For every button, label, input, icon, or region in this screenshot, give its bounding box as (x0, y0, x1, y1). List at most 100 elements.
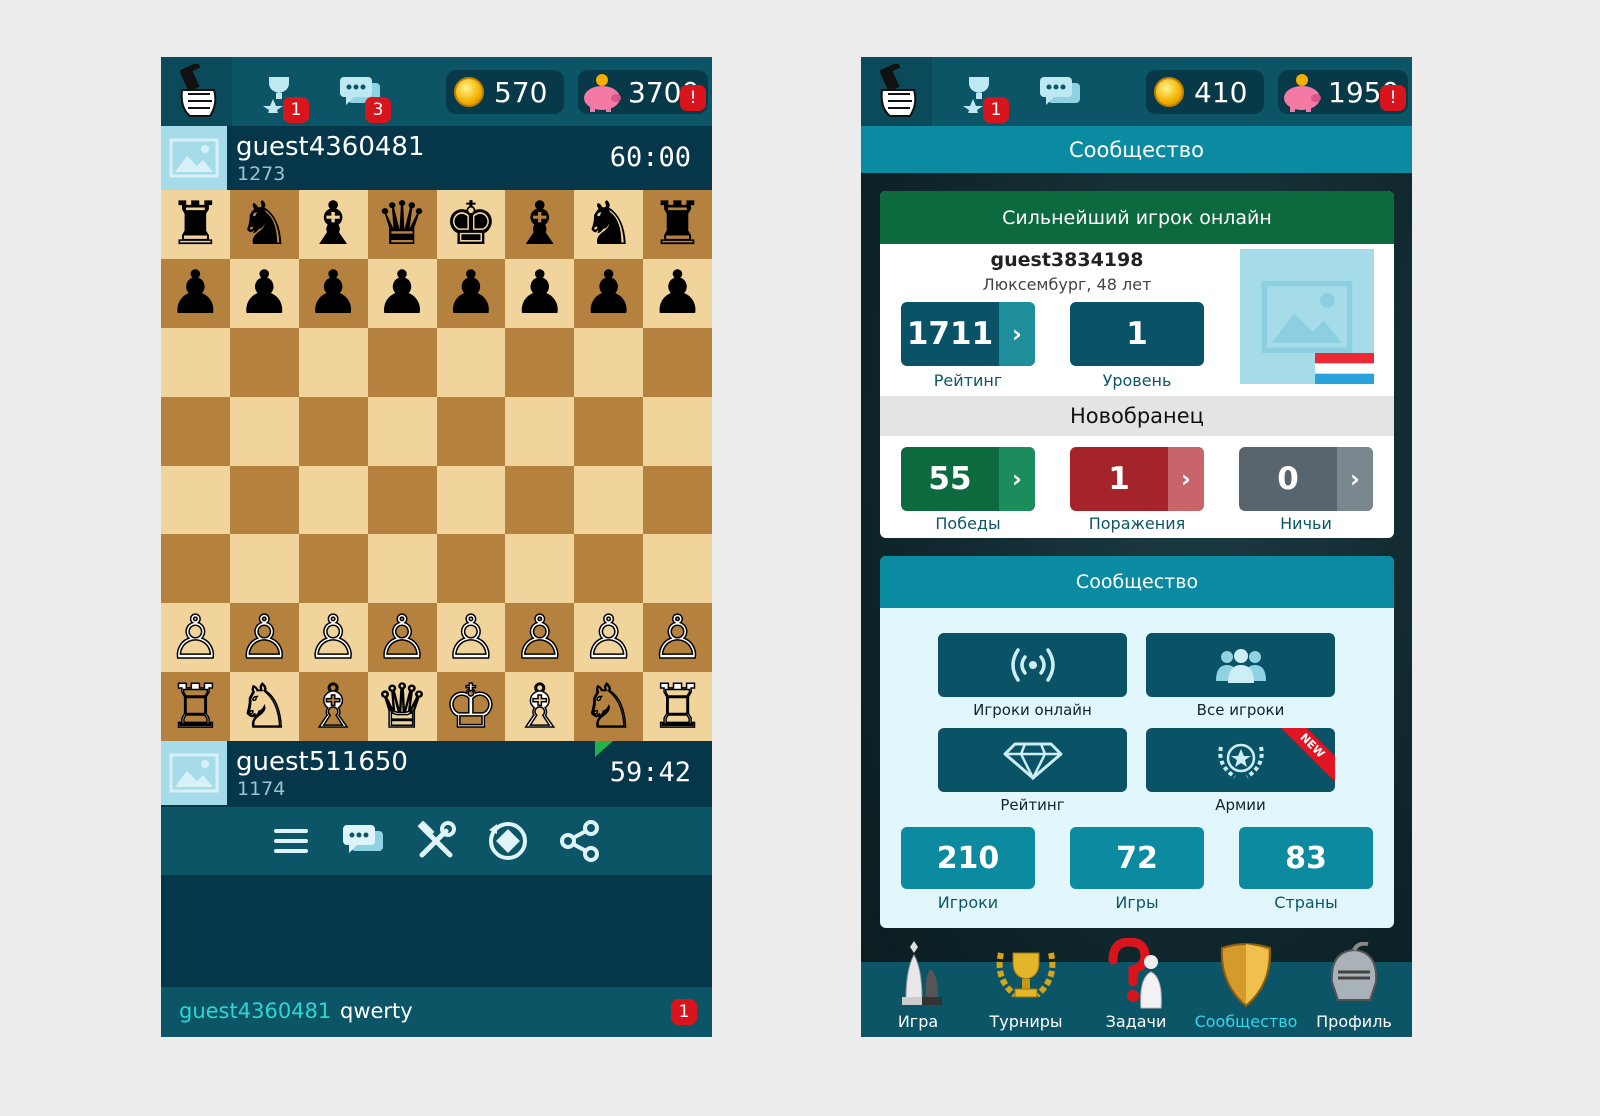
board-square[interactable]: ♟ (574, 258, 644, 328)
board-square[interactable]: ♟ (367, 258, 437, 328)
messages-icon[interactable] (1036, 69, 1084, 117)
app-logo[interactable] (161, 57, 232, 126)
chat-icon[interactable] (341, 819, 385, 863)
board-square[interactable]: ♟ (298, 258, 368, 328)
board-square[interactable] (367, 327, 437, 397)
all-players-button[interactable] (1146, 633, 1335, 697)
chess-piece[interactable]: ♝ (306, 194, 360, 254)
board-square[interactable]: ♗ (298, 672, 368, 741)
chess-piece[interactable]: ♞ (582, 194, 636, 254)
board-square[interactable] (436, 327, 506, 397)
coins-counter[interactable]: 570 (446, 70, 564, 114)
tab-profile[interactable]: Профиль (1299, 941, 1409, 1037)
board-square[interactable] (298, 396, 368, 466)
wins-button[interactable]: 55 › (901, 447, 1035, 511)
level-button[interactable]: 1 (1070, 302, 1204, 366)
board-square[interactable] (643, 396, 712, 466)
chat-preview[interactable]: guest4360481 qwerty 1 (161, 987, 712, 1037)
board-square[interactable]: ♟ (643, 258, 712, 328)
board-square[interactable]: ♞ (574, 190, 644, 259)
tab-community[interactable]: Сообщество (1191, 942, 1301, 1037)
board-square[interactable] (505, 396, 575, 466)
board-square[interactable] (229, 465, 299, 535)
tab-game[interactable]: Игра (863, 940, 973, 1037)
board-square[interactable]: ♙ (367, 603, 437, 673)
board-square[interactable]: ♙ (161, 603, 230, 673)
chess-piece[interactable]: ♙ (443, 607, 498, 669)
board-square[interactable]: ♙ (643, 603, 712, 673)
board-square[interactable] (505, 465, 575, 535)
countries-count[interactable]: 83 (1239, 827, 1373, 889)
chess-piece[interactable]: ♕ (374, 676, 429, 738)
chess-piece[interactable]: ♟ (237, 263, 291, 323)
chess-piece[interactable]: ♟ (444, 263, 498, 323)
share-icon[interactable] (558, 819, 602, 863)
board-square[interactable] (298, 465, 368, 535)
board-square[interactable] (161, 465, 230, 535)
chess-piece[interactable]: ♙ (581, 607, 636, 669)
chess-piece[interactable]: ♙ (237, 607, 292, 669)
board-square[interactable]: ♟ (229, 258, 299, 328)
chess-piece[interactable]: ♙ (650, 607, 705, 669)
chess-piece[interactable]: ♞ (237, 194, 291, 254)
chess-piece[interactable]: ♙ (512, 607, 567, 669)
losses-button[interactable]: 1 › (1070, 447, 1204, 511)
chess-piece[interactable]: ♝ (513, 194, 567, 254)
board-square[interactable] (161, 396, 230, 466)
board-square[interactable]: ♘ (574, 672, 644, 741)
board-square[interactable] (574, 396, 644, 466)
chess-board[interactable]: ♜ ♞ ♝ ♛ ♚ ♝ ♞ ♜ ♟ ♟ ♟ ♟ ♟ ♟ ♟ ♟ ♙ ♙ ♙ ♙ ♙ ♙ ♙ ♙ ♖ ♘ ♗ ♕ ♔ ♗ ♘ ♖ (161, 190, 712, 741)
strongest-player-name[interactable]: guest3834198 (880, 249, 1254, 271)
chess-piece[interactable]: ♟ (169, 263, 223, 323)
board-square[interactable] (505, 534, 575, 604)
board-square[interactable]: ♙ (298, 603, 368, 673)
board-square[interactable]: ♝ (298, 190, 368, 259)
board-square[interactable]: ♜ (161, 190, 230, 259)
board-square[interactable]: ♘ (229, 672, 299, 741)
chess-piece[interactable]: ♘ (581, 676, 636, 738)
board-square[interactable] (574, 327, 644, 397)
chess-piece[interactable]: ♖ (650, 676, 705, 738)
board-square[interactable]: ♟ (161, 258, 230, 328)
chess-piece[interactable]: ♙ (306, 607, 361, 669)
chess-piece[interactable]: ♛ (375, 194, 429, 254)
board-square[interactable] (229, 534, 299, 604)
board-square[interactable]: ♙ (505, 603, 575, 673)
board-square[interactable] (574, 465, 644, 535)
resign-icon[interactable] (486, 819, 530, 863)
tab-tournaments[interactable]: Турниры (971, 951, 1081, 1037)
board-square[interactable] (436, 396, 506, 466)
board-square[interactable]: ♙ (436, 603, 506, 673)
chess-piece[interactable]: ♟ (651, 263, 705, 323)
chess-piece[interactable]: ♟ (513, 263, 567, 323)
chess-piece[interactable]: ♘ (237, 676, 292, 738)
chess-piece[interactable]: ♙ (374, 607, 429, 669)
chess-piece[interactable]: ♜ (169, 194, 223, 254)
board-square[interactable]: ♙ (574, 603, 644, 673)
board-square[interactable]: ♔ (436, 672, 506, 741)
board-square[interactable] (436, 534, 506, 604)
opponent-avatar[interactable] (161, 126, 227, 190)
board-square[interactable] (574, 534, 644, 604)
board-square[interactable] (161, 327, 230, 397)
chess-piece[interactable]: ♚ (444, 194, 498, 254)
chess-piece[interactable]: ♗ (306, 676, 361, 738)
player-avatar[interactable] (161, 741, 227, 805)
chess-piece[interactable]: ♜ (651, 194, 705, 254)
board-square[interactable]: ♝ (505, 190, 575, 259)
board-square[interactable] (298, 327, 368, 397)
board-square[interactable] (643, 465, 712, 535)
leaderboard-button[interactable] (938, 728, 1127, 792)
board-square[interactable] (505, 327, 575, 397)
chess-piece[interactable]: ♖ (168, 676, 223, 738)
draws-button[interactable]: 0 › (1239, 447, 1373, 511)
board-square[interactable]: ♖ (643, 672, 712, 741)
tools-icon[interactable] (414, 819, 458, 863)
board-square[interactable]: ♞ (229, 190, 299, 259)
board-square[interactable]: ♖ (161, 672, 230, 741)
chess-piece[interactable]: ♗ (512, 676, 567, 738)
tab-puzzles[interactable]: Задачи (1081, 937, 1191, 1037)
board-square[interactable] (367, 534, 437, 604)
board-square[interactable] (229, 327, 299, 397)
board-square[interactable] (436, 465, 506, 535)
